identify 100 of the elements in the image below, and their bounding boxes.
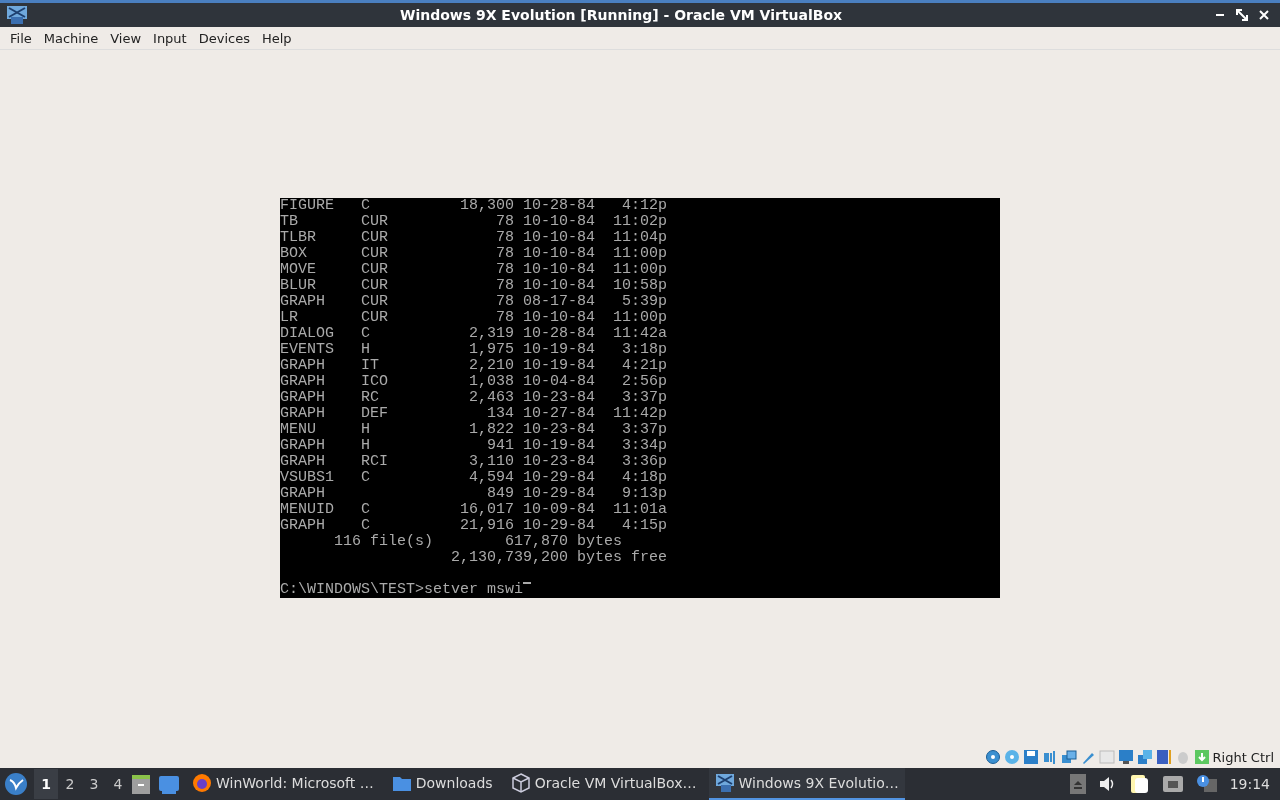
close-icon[interactable] [1258,9,1270,21]
file-name: MOVE [280,262,317,278]
file-extension: CUR [361,278,388,294]
file-name: MENU [280,422,317,438]
screens-icon [1136,749,1153,765]
file-name: GRAPH [280,294,326,310]
file-date: 10-10-84 [523,262,595,278]
optical-disc-icon [1003,749,1020,765]
menu-item[interactable]: Input [147,30,193,46]
file-date: 10-29-84 [523,470,595,486]
file-name: TLBR [280,230,317,246]
free-bytes: 2,130,739,200 bytes free [451,550,668,566]
file-size: 18,300 [459,198,514,214]
file-size: 2,210 [468,358,514,374]
file-extension: C [361,502,371,518]
file-date: 10-23-84 [523,422,595,438]
file-date: 10-09-84 [523,502,595,518]
file-size: 78 [495,310,514,326]
file-name: LR [280,310,299,326]
file-time: 3:36p [621,454,667,470]
menu-item[interactable]: View [104,30,148,46]
workspace-button[interactable]: 2 [58,769,82,799]
speaker-icon[interactable] [1097,775,1116,793]
file-name: GRAPH [280,358,326,374]
file-extension: DEF [361,406,388,422]
file-time: 11:00p [612,262,667,278]
file-date: 10-27-84 [523,406,595,422]
taskbar-button[interactable]: Downloads [385,768,499,800]
file-size: 21,916 [459,518,514,534]
notification-icon[interactable] [1195,774,1218,794]
total-bytes: 617,870 bytes [505,534,623,550]
file-date: 10-19-84 [523,438,595,454]
file-count: 116 file(s) [334,534,434,550]
workspace-button[interactable]: 4 [106,769,130,799]
file-extension: H [361,342,371,358]
file-extension: CUR [361,262,388,278]
file-time: 4:12p [621,198,667,214]
file-extension: H [361,422,371,438]
file-name: GRAPH [280,406,326,422]
file-extension: RCI [361,454,388,470]
file-date: 10-29-84 [523,518,595,534]
file-size: 1,038 [468,374,514,390]
file-name: EVENTS [280,342,335,358]
app-logo-icon [714,773,735,793]
file-time: 11:04p [612,230,667,246]
taskbar-button[interactable]: WinWorld: Microsoft … [186,768,380,800]
file-extension: C [361,470,371,486]
file-size: 134 [486,406,514,422]
file-name: MENUID [280,502,335,518]
file-name: GRAPH [280,438,326,454]
file-size: 1,822 [468,422,514,438]
shared-folder-icon [1098,749,1115,765]
file-date: 10-10-84 [523,230,595,246]
maximize-icon[interactable] [1236,9,1248,21]
file-name: GRAPH [280,390,326,406]
file-size: 78 [495,278,514,294]
file-time: 11:42a [612,326,667,342]
file-name: DIALOG [280,326,335,342]
file-size: 4,594 [468,470,514,486]
file-time: 5:39p [621,294,667,310]
menu-item[interactable]: Machine [37,30,105,46]
file-time: 4:18p [621,470,667,486]
file-name: FIGURE [280,198,335,214]
file-date: 10-10-84 [523,278,595,294]
file-extension: CUR [361,214,388,230]
file-name: GRAPH [280,486,326,502]
file-date: 10-04-84 [523,374,595,390]
menu-item[interactable]: Devices [192,30,256,46]
file-size: 78 [495,214,514,230]
file-size: 3,110 [468,454,514,470]
file-time: 3:34p [621,438,667,454]
file-name: GRAPH [280,454,326,470]
file-extension: ICO [361,374,388,390]
file-time: 3:18p [621,342,667,358]
file-time: 11:42p [612,406,667,422]
file-size: 849 [486,486,514,502]
file-size: 16,017 [459,502,514,518]
workspace-button[interactable]: 1 [34,769,58,799]
menu-item[interactable]: Help [255,30,298,46]
file-date: 08-17-84 [523,294,595,310]
clock[interactable]: 19:14 [1229,776,1270,792]
file-name: TB [280,214,299,230]
file-date: 10-23-84 [523,454,595,470]
window-icon[interactable] [158,773,180,795]
taskbar-button[interactable]: Oracle VM VirtualBox… [504,768,703,800]
file-size: 78 [495,262,514,278]
text-cursor [523,582,532,584]
menu-item[interactable]: File [4,30,38,46]
file-date: 10-28-84 [523,326,595,342]
file-time: 11:00p [612,246,667,262]
taskbar-button[interactable]: Windows 9X Evolutio… [708,768,905,800]
workspace-button[interactable]: 3 [82,769,106,799]
file-date: 10-10-84 [523,214,595,230]
start-menu-icon[interactable] [4,772,28,796]
file-time: 4:15p [621,518,667,534]
file-extension: H [361,438,371,454]
file-size: 2,463 [468,390,514,406]
file-extension: C [361,326,371,342]
file-extension: C [361,518,371,534]
file-cabinet-icon[interactable] [130,773,152,795]
